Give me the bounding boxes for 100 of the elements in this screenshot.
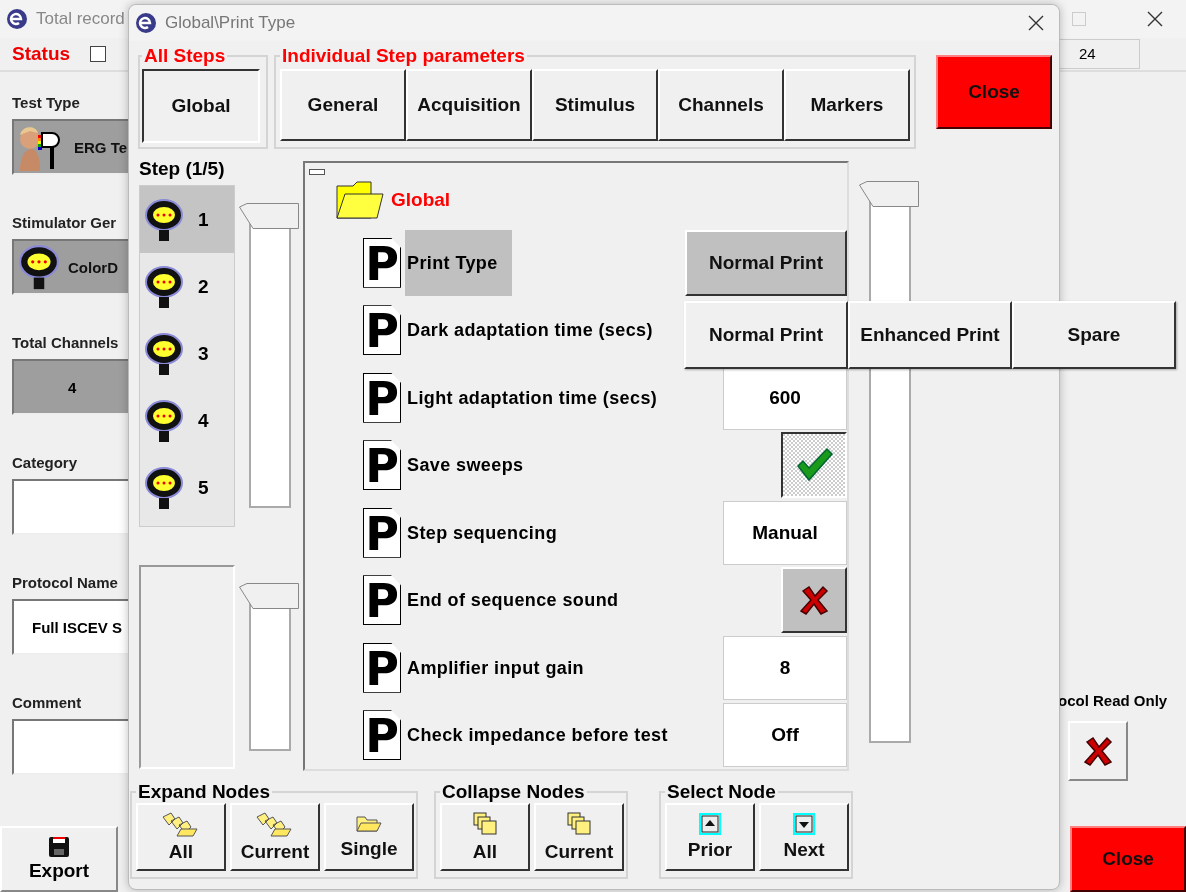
menu-option[interactable]: Normal Print (684, 301, 848, 369)
field-label: Test Type (12, 94, 80, 113)
global-button[interactable]: Global (142, 69, 260, 143)
tab[interactable]: Stimulus (532, 69, 658, 141)
document-icon: P (363, 575, 401, 626)
menu-option[interactable]: Spare (1012, 301, 1176, 369)
menu-option[interactable]: Enhanced Print (848, 301, 1012, 369)
stimulator-device-icon (144, 331, 184, 376)
text-field[interactable] (12, 719, 128, 775)
step-item[interactable]: 1 (140, 186, 234, 253)
parameter-label[interactable]: Check impedance before test (405, 702, 670, 769)
field-value: ColorD (68, 258, 118, 276)
document-icon: P (363, 305, 401, 356)
scroll-bar[interactable] (239, 203, 299, 508)
tab[interactable]: General (280, 69, 406, 141)
app-logo-icon (6, 8, 28, 30)
tree-action-button[interactable]: Current (534, 803, 624, 871)
stimulator-device-icon (144, 264, 184, 309)
folders-icon (161, 811, 201, 837)
tree-action-button[interactable]: Next (759, 803, 849, 871)
stimulator-device-icon (18, 243, 60, 291)
down-arrow-icon (793, 813, 815, 835)
step-item[interactable]: 5 (140, 454, 234, 521)
folders-icon (255, 811, 295, 837)
tab[interactable]: Channels (658, 69, 784, 141)
read-only-toggle[interactable] (1068, 721, 1128, 781)
field-label: Total Channels (12, 334, 119, 353)
step-label: Step (1/5) (139, 157, 226, 181)
tab[interactable]: Markers (784, 69, 910, 141)
folders-icon (472, 811, 498, 837)
value-field[interactable]: Manual (723, 500, 847, 565)
folders-icon (566, 811, 592, 837)
parameter-label[interactable]: Light adaptation time (secs) (405, 364, 660, 431)
field-label: Comment (12, 694, 82, 713)
folder-icon (335, 178, 385, 222)
step-number: 5 (198, 476, 209, 499)
text-field[interactable]: Full ISCEV S (12, 599, 128, 655)
step-item[interactable]: 4 (140, 387, 234, 454)
collapse-toggle-icon[interactable] (309, 169, 325, 175)
stimulator-device-icon (144, 398, 184, 443)
stimulator-field[interactable]: ColorD (12, 239, 128, 295)
document-icon: P (363, 237, 401, 288)
group-legend: Select Node (665, 781, 778, 803)
step-number: 1 (198, 208, 209, 231)
parameter-label[interactable]: End of sequence sound (405, 567, 621, 634)
group-legend: All Steps (142, 45, 228, 67)
dialog-title: Global\Print Type (165, 13, 296, 33)
parameter-label[interactable]: Dark adaptation time (secs) (405, 297, 655, 364)
dropdown-button[interactable]: Normal Print (685, 229, 847, 296)
tree-action-button[interactable]: Prior (665, 803, 755, 871)
field-label: Stimulator Ger (12, 214, 117, 233)
document-icon: P (363, 710, 401, 761)
field-label: Category (12, 454, 78, 473)
cross-icon (797, 583, 831, 618)
tree-action-button[interactable]: Single (324, 803, 414, 871)
parameter-label[interactable]: Print Type (405, 229, 512, 296)
stimulator-device-icon (144, 465, 184, 510)
tree-action-button[interactable]: All (136, 803, 226, 871)
field-value: ERG Te (74, 138, 128, 156)
tree-node-label[interactable]: Global (391, 189, 451, 211)
parameter-label[interactable]: Step sequencing (405, 499, 560, 566)
app-logo-icon (135, 12, 157, 34)
close-icon[interactable] (1027, 14, 1045, 32)
value-field[interactable]: Off (723, 703, 847, 768)
tree-action-button[interactable]: All (440, 803, 530, 871)
read-only-label: ocol Read Only (1058, 692, 1168, 709)
close-icon[interactable] (1146, 10, 1164, 28)
parameter-label[interactable]: Save sweeps (405, 432, 526, 499)
stimulator-device-icon (144, 197, 184, 242)
step-item[interactable]: 3 (140, 320, 234, 387)
window-title: Total record (36, 9, 125, 29)
cross-icon (1081, 734, 1115, 768)
close-button[interactable]: Close (1070, 826, 1186, 892)
parameter-label[interactable]: Amplifier input gain (405, 634, 586, 701)
group-legend: Individual Step parameters (280, 45, 527, 67)
status-label: Status (12, 43, 71, 65)
field-label: Protocol Name (12, 574, 118, 593)
folder-icon (355, 814, 383, 834)
text-field[interactable] (12, 479, 128, 535)
toggle-button[interactable] (781, 432, 847, 499)
document-icon: P (363, 440, 401, 491)
group-legend: Expand Nodes (136, 781, 272, 803)
tree-action-button[interactable]: Current (230, 803, 320, 871)
tab[interactable]: Acquisition (406, 69, 532, 141)
step-number: 4 (198, 409, 209, 432)
scroll-bar[interactable] (239, 583, 299, 751)
group-legend: Collapse Nodes (440, 781, 587, 803)
document-icon: P (363, 507, 401, 558)
document-icon: P (363, 642, 401, 693)
value-field[interactable]: 8 (723, 635, 847, 700)
channels-field: 4 (12, 359, 128, 415)
step-number: 3 (198, 342, 209, 365)
up-arrow-icon (699, 813, 721, 835)
step-number: 2 (198, 275, 209, 298)
test-type-field[interactable]: ERG Te (12, 119, 128, 175)
step-item[interactable]: 2 (140, 253, 234, 320)
checkbox[interactable] (90, 46, 107, 62)
close-button[interactable]: Close (936, 55, 1052, 129)
document-icon: P (363, 372, 401, 423)
export-button[interactable]: Export (0, 826, 118, 892)
